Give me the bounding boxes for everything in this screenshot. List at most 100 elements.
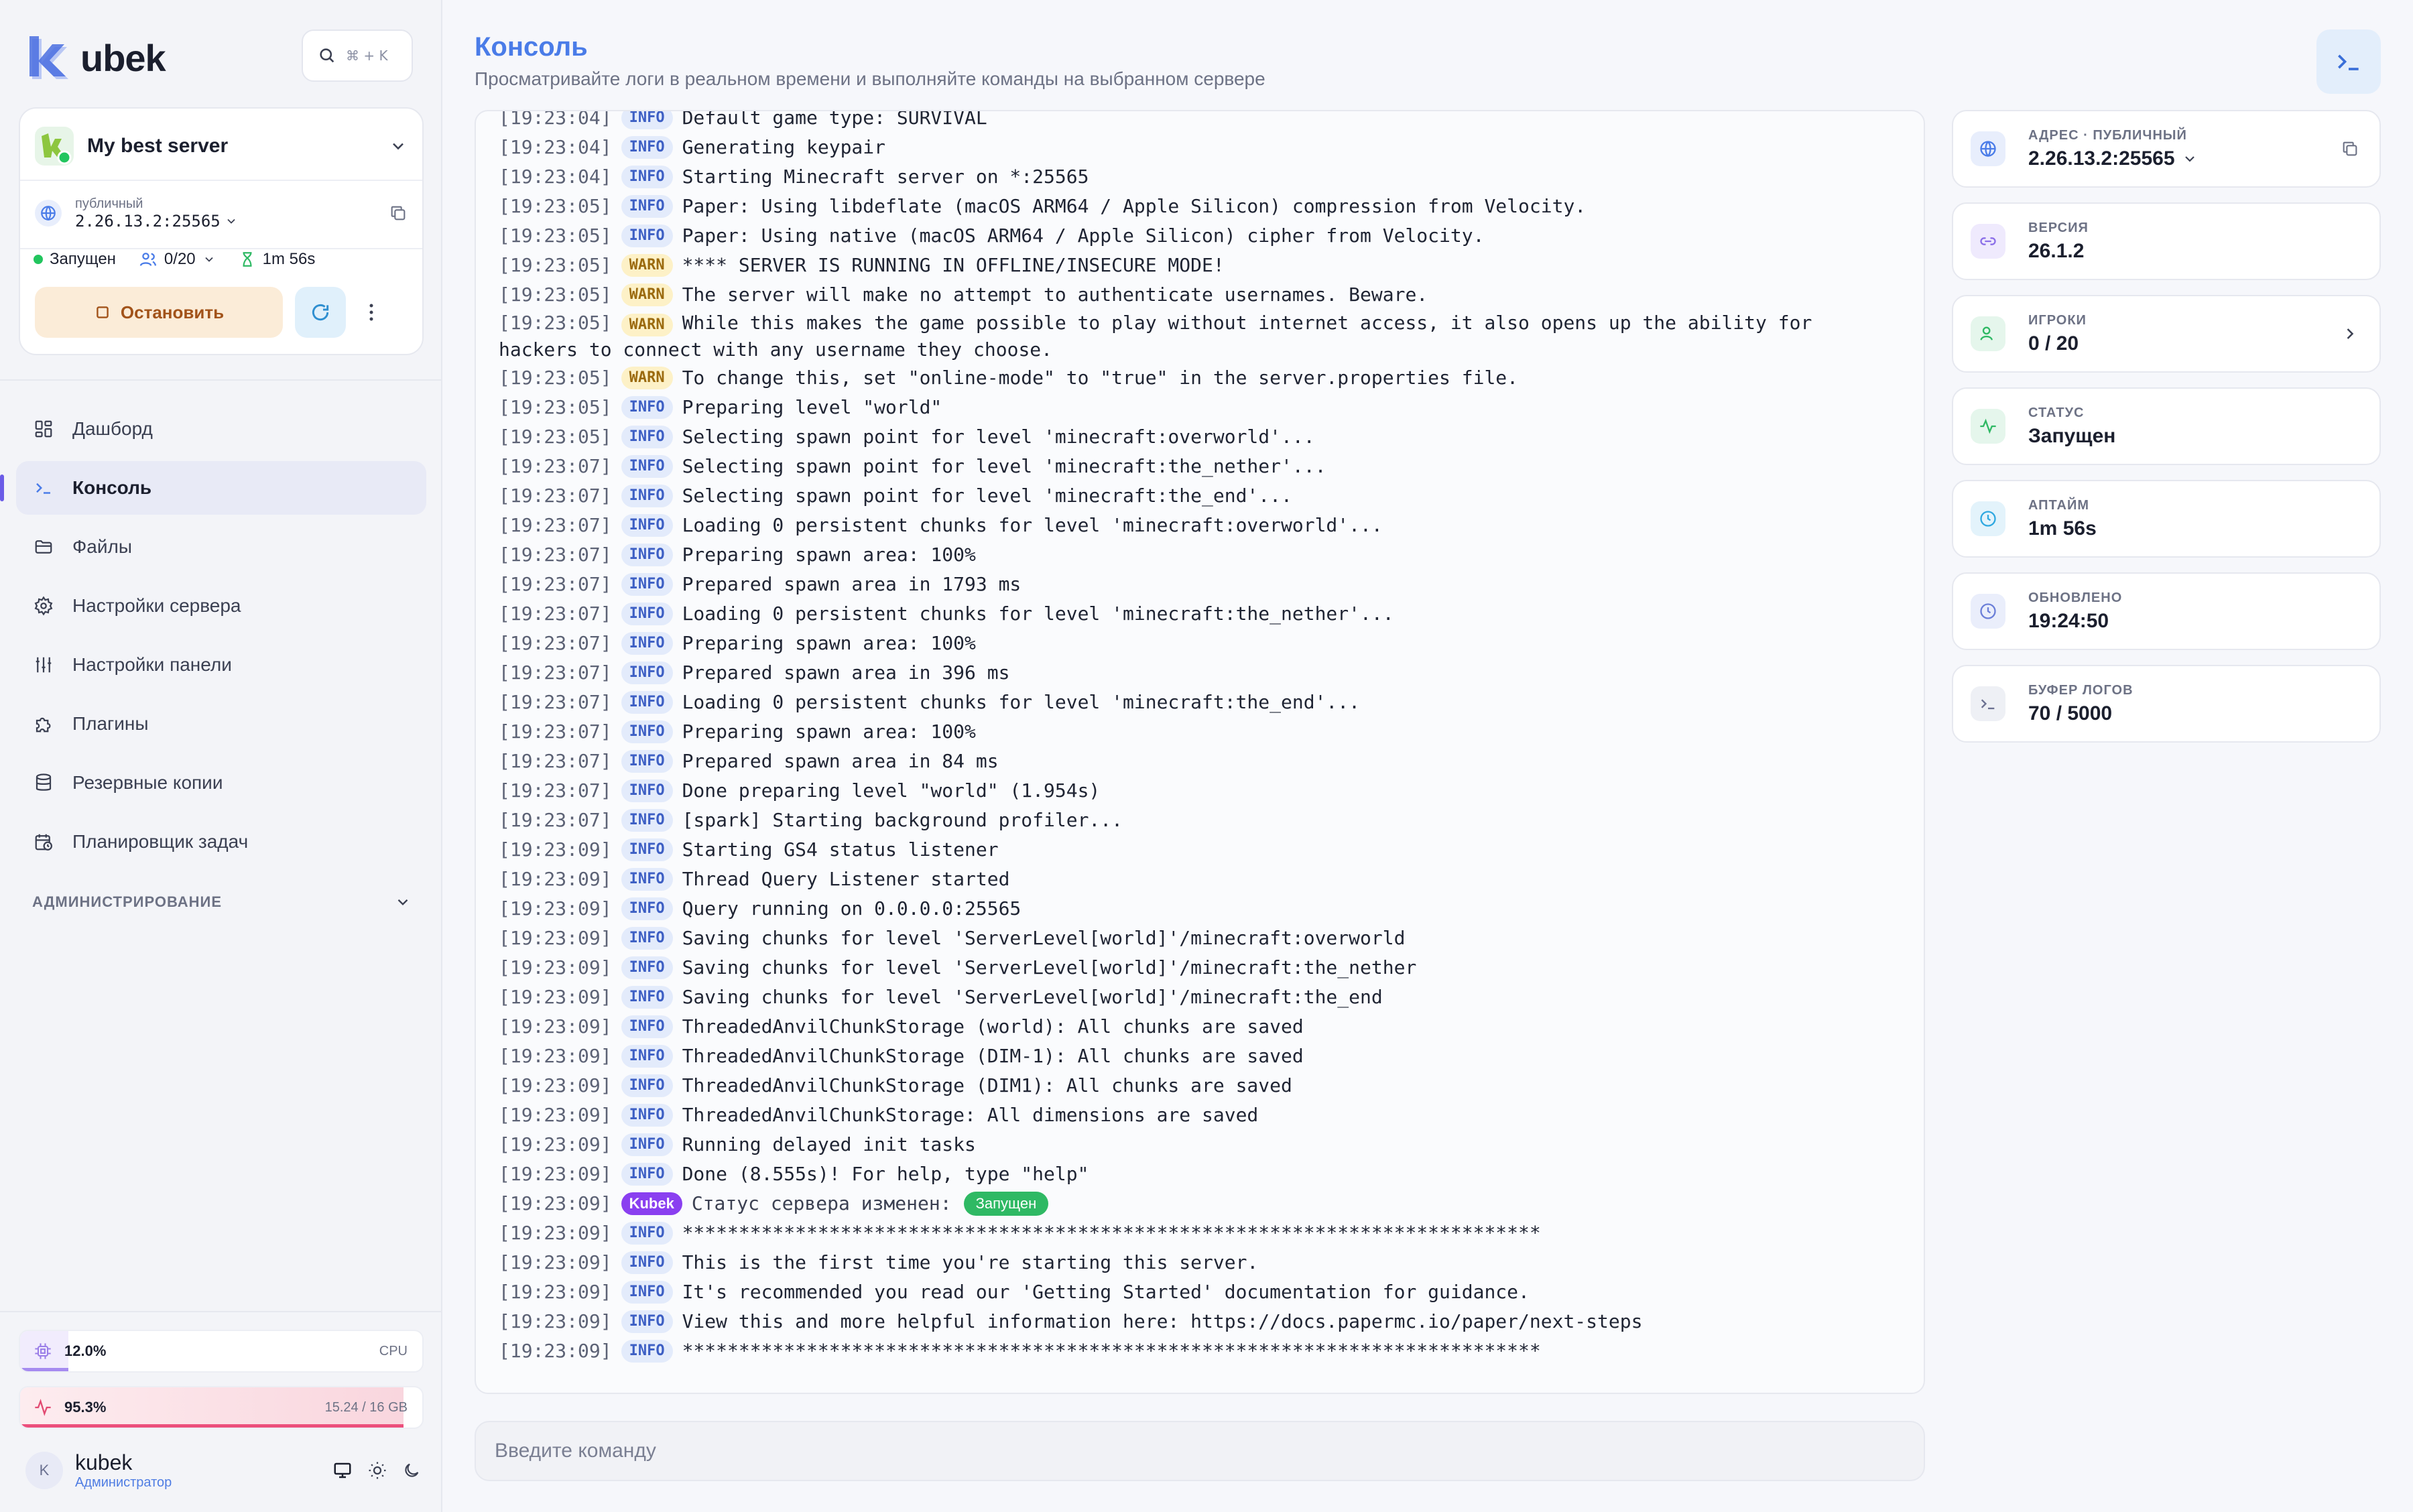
- chevron-down-icon: [393, 143, 404, 150]
- info-card-value: 1m 56s: [2028, 517, 2097, 540]
- server-players[interactable]: 0/20: [139, 250, 216, 269]
- info-card-label: БУФЕР ЛОГОВ: [2028, 682, 2133, 698]
- cpu-icon: [35, 1343, 51, 1359]
- more-options-button[interactable]: [358, 287, 385, 338]
- terminal-toggle-button[interactable]: [2316, 29, 2381, 94]
- log-level-badge: Kubek: [621, 1192, 682, 1215]
- log-message: Generating keypair: [682, 136, 885, 158]
- nav-item-scheduler[interactable]: Планировщик задач: [16, 815, 426, 869]
- console-log[interactable]: [19:23:04] INFO Default game type: SURVIVA…: [475, 110, 1925, 1394]
- copy-icon[interactable]: [389, 204, 408, 223]
- stop-server-button[interactable]: Остановить: [35, 287, 283, 338]
- nav-item-console[interactable]: Консоль: [0, 461, 426, 515]
- log-line: [19:23:09] INFO **************************…: [499, 1336, 1901, 1366]
- log-level-badge: INFO: [621, 750, 673, 773]
- nav-item-files[interactable]: Файлы: [16, 520, 426, 574]
- activity-icon: [35, 1399, 51, 1416]
- command-input[interactable]: [475, 1421, 1925, 1481]
- nav-item-panel-settings[interactable]: Настройки панели: [16, 638, 426, 692]
- sun-icon[interactable]: [367, 1460, 387, 1480]
- log-timestamp: [19:23:05]: [499, 367, 612, 389]
- console-lines: [19:23:04] INFO Default game type: SURVIVA…: [499, 110, 1901, 1366]
- log-level-badge: INFO: [621, 897, 673, 920]
- status-badge: Запущен: [963, 1192, 1049, 1216]
- admin-section-label: АДМИНИСТРИРОВАНИЕ: [32, 893, 223, 910]
- nav-item-server-settings[interactable]: Настройки сервера: [16, 579, 426, 633]
- moon-icon[interactable]: [402, 1461, 421, 1480]
- log-level-badge: INFO: [621, 225, 673, 247]
- log-message: Paper: Using native (macOS ARM64 / Apple…: [682, 225, 1485, 247]
- hourglass-icon: [243, 252, 252, 267]
- info-card: АДРЕС · ПУБЛИЧНЫЙ 2.26.13.2:25565: [1952, 110, 2381, 188]
- search-shortcut: ⌘ + K: [346, 48, 388, 64]
- log-line: [19:23:09] INFO Saving chunks for level 'S…: [499, 924, 1901, 953]
- info-card[interactable]: ИГРОКИ 0 / 20: [1952, 295, 2381, 373]
- address-text: 2.26.13.2:25565: [75, 211, 221, 231]
- dashboard-icon: [32, 418, 55, 440]
- log-level-badge: INFO: [621, 544, 673, 566]
- nav-item-label: Файлы: [72, 536, 132, 557]
- log-line: [19:23:05] INFO Paper: Using libdeflate (m…: [499, 192, 1901, 221]
- server-players-text: 0/20: [164, 250, 196, 268]
- divider: [20, 180, 422, 181]
- log-line: [19:23:07] INFO Prepared spawn area in 396…: [499, 658, 1901, 688]
- log-message: Prepared spawn area in 1793 ms: [682, 573, 1022, 595]
- nav-item-label: Плагины: [72, 713, 149, 734]
- server-selector[interactable]: My best server: [35, 121, 408, 172]
- user-role: Администратор: [75, 1475, 172, 1490]
- info-card-label: АДРЕС · ПУБЛИЧНЫЙ: [2028, 127, 2187, 143]
- log-line: [19:23:09] INFO ThreadedAnvilChunkStorage …: [499, 1042, 1901, 1071]
- nav-item-backups[interactable]: Резервные копии: [16, 756, 426, 810]
- info-card: ВЕРСИЯ 26.1.2: [1952, 202, 2381, 280]
- server-status: Запущен: [34, 250, 116, 269]
- log-message: Default game type: SURVIVAL: [682, 110, 987, 129]
- log-message: The server will make no attempt to authe…: [682, 284, 1428, 306]
- log-line: [19:23:04] INFO Starting Minecraft server …: [499, 162, 1901, 192]
- copy-icon[interactable]: [2341, 139, 2359, 158]
- log-level-badge: INFO: [621, 455, 673, 478]
- log-message: ****************************************…: [682, 1340, 1541, 1362]
- restart-server-button[interactable]: [295, 287, 346, 338]
- log-message: To change this, set "online-mode" to "tr…: [682, 367, 1519, 389]
- log-timestamp: [19:23:09]: [499, 986, 612, 1008]
- log-line: [19:23:07] INFO Done preparing level "worl…: [499, 776, 1901, 806]
- log-line: [19:23:05] WARN While this makes the game …: [499, 310, 1901, 363]
- log-message: View this and more helpful information h…: [682, 1310, 1643, 1332]
- address-value[interactable]: 2.26.13.2:25565: [75, 212, 238, 231]
- log-level-badge: INFO: [621, 691, 673, 714]
- log-level-badge: INFO: [621, 136, 673, 159]
- log-level-badge: INFO: [621, 956, 673, 979]
- log-line: [19:23:07] INFO Prepared spawn area in 84 …: [499, 747, 1901, 776]
- admin-section-toggle[interactable]: АДМИНИСТРИРОВАНИЕ: [32, 889, 412, 916]
- log-line: [19:23:05] WARN The server will make no at…: [499, 280, 1901, 310]
- log-timestamp: [19:23:09]: [499, 956, 612, 979]
- avatar[interactable]: K: [25, 1452, 63, 1489]
- nav-item-dashboard[interactable]: Дашборд: [16, 402, 426, 456]
- log-timestamp: [19:23:09]: [499, 838, 612, 861]
- ram-label: 15.24 / 16 GB: [324, 1399, 408, 1415]
- log-level-badge: INFO: [621, 166, 673, 188]
- gear-icon: [32, 594, 55, 617]
- log-line: [19:23:04] INFO Default game type: SURVIVA…: [499, 110, 1901, 133]
- app-logo[interactable]: ubek: [27, 31, 166, 84]
- more-vertical-icon: [369, 304, 373, 321]
- log-timestamp: [19:23:07]: [499, 632, 612, 654]
- info-card-value-text: 1m 56s: [2028, 517, 2097, 540]
- monitor-icon[interactable]: [332, 1460, 353, 1480]
- log-line: [19:23:07] INFO Selecting spawn point for …: [499, 452, 1901, 481]
- log-level-badge: INFO: [621, 1045, 673, 1068]
- log-message: Paper: Using libdeflate (macOS ARM64 / A…: [682, 195, 1587, 217]
- info-card-value[interactable]: 2.26.13.2:25565: [2028, 147, 2198, 170]
- nav-item-label: Консоль: [72, 477, 152, 498]
- search-button[interactable]: ⌘ + K: [302, 29, 413, 82]
- log-timestamp: [19:23:05]: [499, 284, 612, 306]
- log-message: Loading 0 persistent chunks for level 'm…: [682, 514, 1383, 536]
- nav-item-plugins[interactable]: Плагины: [16, 697, 426, 751]
- log-level-badge: INFO: [621, 1074, 673, 1097]
- activity-icon: [1971, 409, 2005, 444]
- log-timestamp: [19:23:05]: [499, 195, 612, 217]
- log-level-badge: INFO: [621, 195, 673, 218]
- log-line: [19:23:07] INFO Loading 0 persistent chunk…: [499, 511, 1901, 540]
- log-timestamp: [19:23:05]: [499, 396, 612, 418]
- clock-icon: [1971, 594, 2005, 629]
